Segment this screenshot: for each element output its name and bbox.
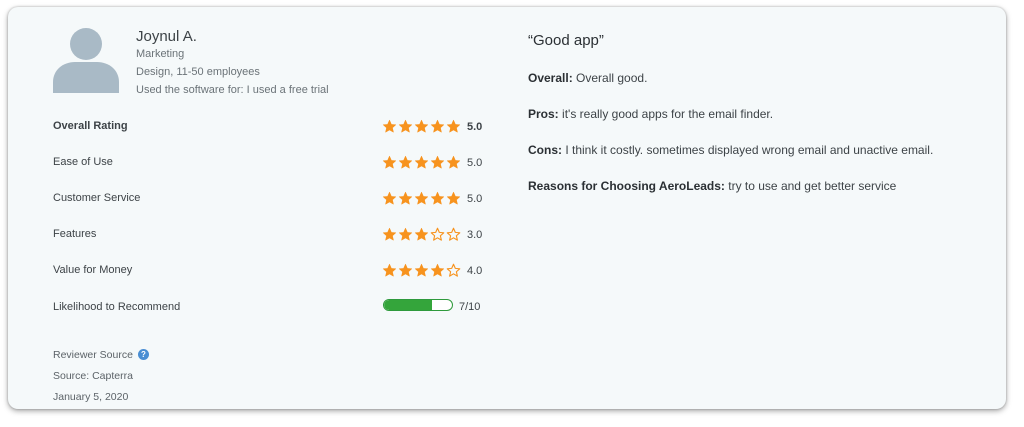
recommend-label: Likelihood to Recommend (53, 301, 181, 313)
reviewer-role: Marketing (136, 48, 185, 60)
star-filled-icon (382, 155, 397, 169)
star-filled-icon (398, 263, 413, 277)
recommend-meter-fill (384, 300, 432, 310)
star-filled-icon (446, 119, 461, 133)
star-filled-icon (398, 227, 413, 241)
review-reasons-label: Reasons for Choosing AeroLeads: (528, 179, 725, 193)
review-cons-text: I think it costly. sometimes displayed w… (562, 143, 934, 157)
review-reasons-text: try to use and get better service (724, 179, 897, 193)
star-filled-icon (382, 227, 397, 241)
rating-value-overall: 5.0 (467, 121, 483, 133)
star-filled-icon (430, 191, 445, 205)
reviewer-name: Joynul A. (136, 28, 197, 45)
review-overall-label: Overall: (528, 71, 573, 85)
review-overall: Overall: Overall good. (528, 71, 647, 85)
stars-customer-service (382, 191, 461, 207)
rating-label-customer-service: Customer Service (53, 192, 141, 204)
star-filled-icon (398, 119, 413, 133)
rating-value-customer-service: 5.0 (467, 193, 483, 205)
star-filled-icon (414, 227, 429, 241)
stars-features (382, 227, 461, 243)
rating-value-ease-of-use: 5.0 (467, 157, 483, 169)
star-empty-icon (446, 227, 461, 241)
rating-label-ease-of-use: Ease of Use (53, 156, 113, 168)
star-filled-icon (414, 119, 429, 133)
star-filled-icon (382, 119, 397, 133)
rating-label-features: Features (53, 228, 97, 240)
star-filled-icon (414, 191, 429, 205)
star-filled-icon (382, 263, 397, 277)
review-overall-text: Overall good. (572, 71, 648, 85)
reviewer-company: Design, 11-50 employees (136, 66, 260, 78)
user-avatar-icon (53, 28, 119, 93)
stars-overall (382, 119, 461, 135)
star-filled-icon (430, 155, 445, 169)
star-filled-icon (382, 191, 397, 205)
star-filled-icon (446, 191, 461, 205)
recommend-meter (383, 299, 453, 311)
review-card: Joynul A. Marketing Design, 11-50 employ… (8, 7, 1006, 409)
star-filled-icon (414, 263, 429, 277)
star-empty-icon (446, 263, 461, 277)
reviewer-source-label: Reviewer Source (53, 349, 133, 361)
star-filled-icon (430, 263, 445, 277)
review-reasons: Reasons for Choosing AeroLeads: try to u… (528, 179, 896, 193)
review-pros: Pros: it's really good apps for the emai… (528, 107, 773, 121)
star-filled-icon (398, 191, 413, 205)
stars-ease-of-use (382, 155, 461, 171)
review-title: “Good app” (528, 32, 604, 49)
review-cons-label: Cons: (528, 143, 562, 157)
reviewer-usage: Used the software for: I used a free tri… (136, 84, 329, 96)
rating-label-value-for-money: Value for Money (53, 264, 133, 276)
review-date: January 5, 2020 (53, 391, 129, 403)
recommend-value: 7/10 (459, 301, 481, 313)
review-cons: Cons: I think it costly. sometimes displ… (528, 143, 933, 157)
star-filled-icon (446, 155, 461, 169)
star-filled-icon (414, 155, 429, 169)
review-pros-text: it's really good apps for the email find… (558, 107, 774, 121)
star-empty-icon (430, 227, 445, 241)
reviewer-source: Reviewer Source? (53, 349, 149, 361)
source-site: Source: Capterra (53, 370, 133, 382)
rating-value-value-for-money: 4.0 (467, 265, 483, 277)
star-filled-icon (398, 155, 413, 169)
help-icon[interactable]: ? (137, 349, 149, 360)
stars-value-for-money (382, 263, 461, 279)
review-pros-label: Pros: (528, 107, 559, 121)
rating-value-features: 3.0 (467, 229, 483, 241)
star-filled-icon (430, 119, 445, 133)
rating-label-overall: Overall Rating (53, 120, 128, 132)
